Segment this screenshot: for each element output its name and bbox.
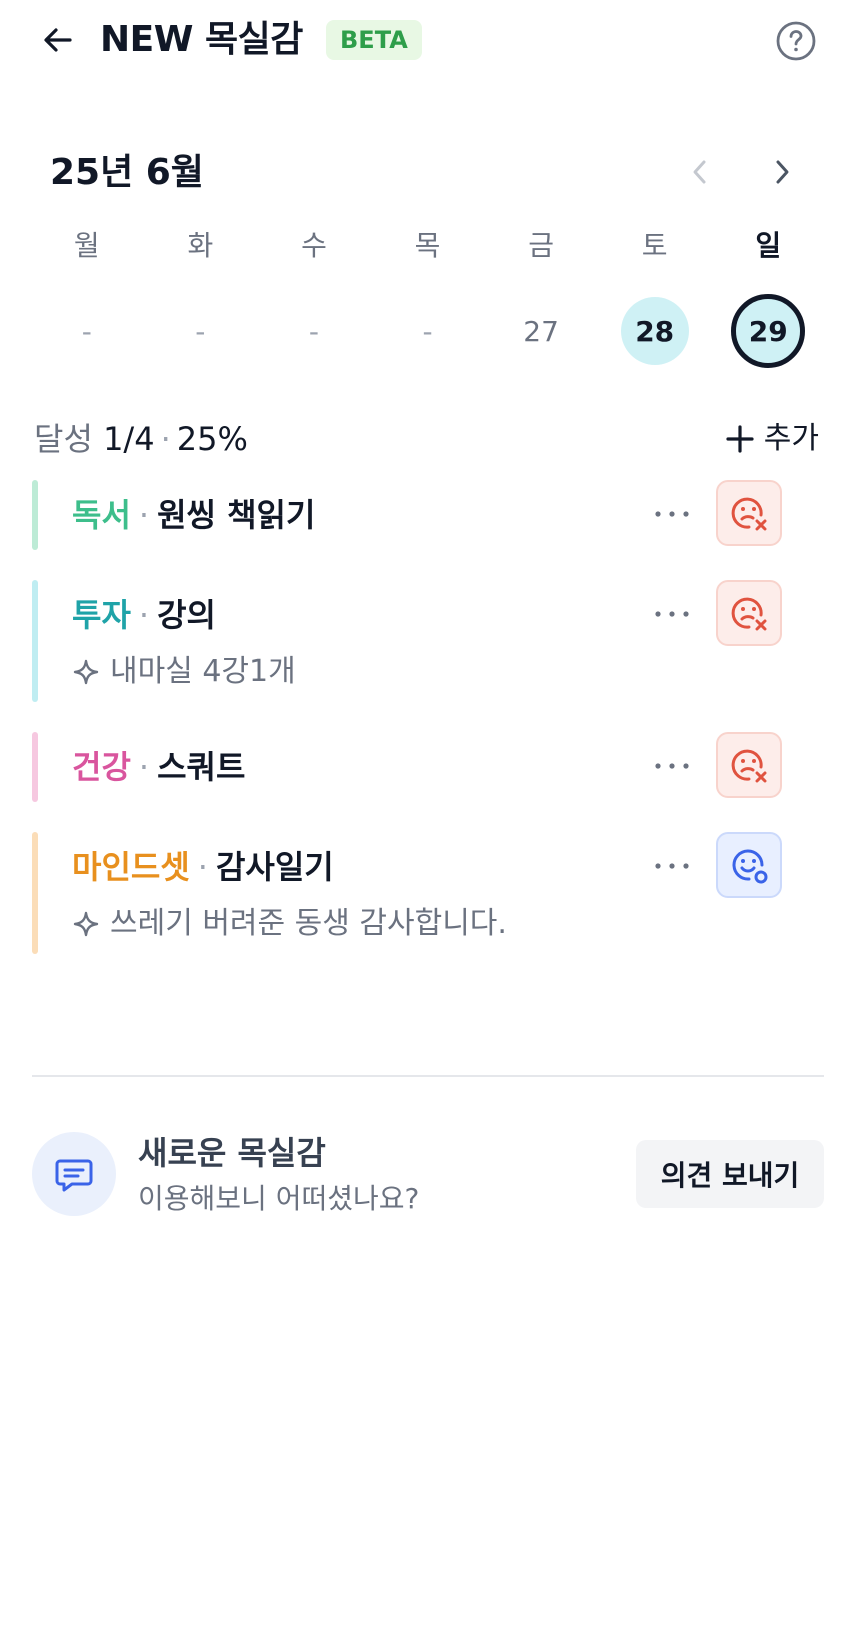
goal-note-text: 내마실 4강1개: [110, 654, 296, 689]
help-button[interactable]: [775, 20, 817, 62]
weekday-sun: 일: [755, 229, 782, 262]
goal-item-mindset[interactable]: 마인드셋 · 감사일기 쓰레기 버려준 동생 감사합니다.: [32, 832, 824, 954]
sad-face-x-icon: [731, 497, 767, 531]
goal-item-investing[interactable]: 투자 · 강의 내마실 4강1개: [32, 580, 824, 702]
summary-separator: ·: [160, 420, 171, 458]
more-horizontal-icon: [655, 863, 689, 869]
goal-dot: ·: [138, 596, 150, 634]
date-cell[interactable]: 27: [484, 296, 598, 366]
goal-item-reading[interactable]: 독서 · 원씽 책읽기: [32, 480, 824, 550]
goal-status-button[interactable]: [716, 832, 782, 898]
smile-face-check-icon: [732, 849, 768, 884]
goal-dot: ·: [197, 848, 208, 886]
sad-face-x-icon: [731, 749, 767, 783]
month-label: 25년 6월: [50, 152, 204, 193]
weekday-row: 월 화 수 목 금 토 일: [30, 222, 825, 266]
goal-title: 건강 · 스쿼트: [72, 746, 245, 788]
goal-note: 쓰레기 버려준 동생 감사합니다.: [72, 904, 507, 944]
date-cell: -: [195, 314, 206, 348]
weekday-thu: 목: [414, 229, 441, 262]
sparkle-icon: [73, 659, 99, 685]
weekday-fri: 금: [528, 229, 554, 262]
weekday-wed: 수: [301, 229, 327, 262]
question-circle-icon: [776, 21, 816, 61]
prev-month-button[interactable]: [680, 152, 720, 192]
more-horizontal-icon: [655, 611, 689, 617]
more-options-button[interactable]: [642, 492, 702, 536]
goal-category: 독서: [72, 496, 131, 534]
weekday-sat: 토: [641, 229, 668, 262]
goal-status-button[interactable]: [716, 480, 782, 546]
chat-icon: [55, 1159, 93, 1192]
goal-color-bar: [32, 480, 38, 550]
goal-item-health[interactable]: 건강 · 스쿼트: [32, 732, 824, 802]
more-options-button[interactable]: [642, 592, 702, 636]
more-options-button[interactable]: [642, 844, 702, 888]
goal-note-text: 쓰레기 버려준 동생 감사합니다.: [110, 906, 507, 941]
weekday-tue: 화: [187, 229, 214, 262]
date-row: - - - - 27 28 29: [30, 294, 825, 368]
feedback-subtitle: 이용해보니 어떠셨나요?: [138, 1182, 420, 1215]
page: NEW 목실감 BETA 25년 6월 월 화 수 목 금 토 일 - - - …: [0, 0, 853, 1652]
add-goal-label: 추가: [763, 421, 819, 456]
chevron-left-icon: [693, 160, 706, 184]
goal-status-button[interactable]: [716, 580, 782, 646]
more-horizontal-icon: [655, 763, 689, 769]
goal-dot: ·: [138, 496, 150, 534]
next-month-button[interactable]: [762, 152, 802, 192]
goal-category: 투자: [72, 596, 131, 634]
page-title: NEW 목실감: [100, 19, 303, 60]
date-cell-selected[interactable]: 29: [711, 294, 825, 368]
plus-icon: [726, 425, 754, 453]
date-cell: -: [422, 314, 433, 348]
goal-title: 마인드셋 · 감사일기: [72, 846, 334, 888]
date-cell: -: [81, 314, 92, 348]
feedback-title: 새로운 목실감: [138, 1134, 326, 1172]
back-button[interactable]: [36, 18, 80, 62]
beta-badge: BETA: [326, 20, 422, 60]
send-feedback-button[interactable]: 의견 보내기: [636, 1140, 824, 1208]
more-options-button[interactable]: [642, 744, 702, 788]
summary-percent: 25%: [176, 420, 248, 458]
sad-face-x-icon: [731, 597, 767, 631]
goal-status-button[interactable]: [716, 732, 782, 798]
week-calendar: 월 화 수 목 금 토 일 - - - - 27 28 29: [30, 222, 825, 368]
goal-category: 건강: [72, 748, 131, 786]
goal-name: 강의: [157, 596, 216, 634]
date-cell: -: [308, 314, 319, 348]
goal-color-bar: [32, 732, 38, 802]
goal-dot: ·: [138, 748, 150, 786]
goal-title: 투자 · 강의: [72, 594, 216, 636]
feedback-icon-badge: [32, 1132, 116, 1216]
summary-progress: 1/4: [103, 420, 155, 458]
summary-label: 달성: [34, 420, 93, 458]
goal-title: 독서 · 원씽 책읽기: [72, 494, 315, 536]
weekday-mon: 월: [73, 229, 100, 262]
divider: [32, 1075, 824, 1077]
goal-name: 원씽 책읽기: [157, 496, 316, 534]
goal-note: 내마실 4강1개: [72, 652, 296, 692]
header: NEW 목실감 BETA: [0, 0, 853, 84]
goal-color-bar: [32, 832, 38, 954]
date-cell-achieved[interactable]: 28: [598, 296, 712, 366]
arrow-left-icon: [44, 28, 72, 52]
add-goal-button[interactable]: 추가: [726, 418, 819, 460]
more-horizontal-icon: [655, 511, 689, 517]
goal-color-bar: [32, 580, 38, 702]
goal-name: 스쿼트: [157, 748, 246, 786]
goal-name: 감사일기: [215, 848, 334, 886]
chevron-right-icon: [776, 160, 789, 184]
achievement-summary: 달성 1/4 · 25%: [34, 418, 248, 460]
sparkle-icon: [73, 911, 99, 937]
goal-category: 마인드셋: [72, 848, 190, 886]
